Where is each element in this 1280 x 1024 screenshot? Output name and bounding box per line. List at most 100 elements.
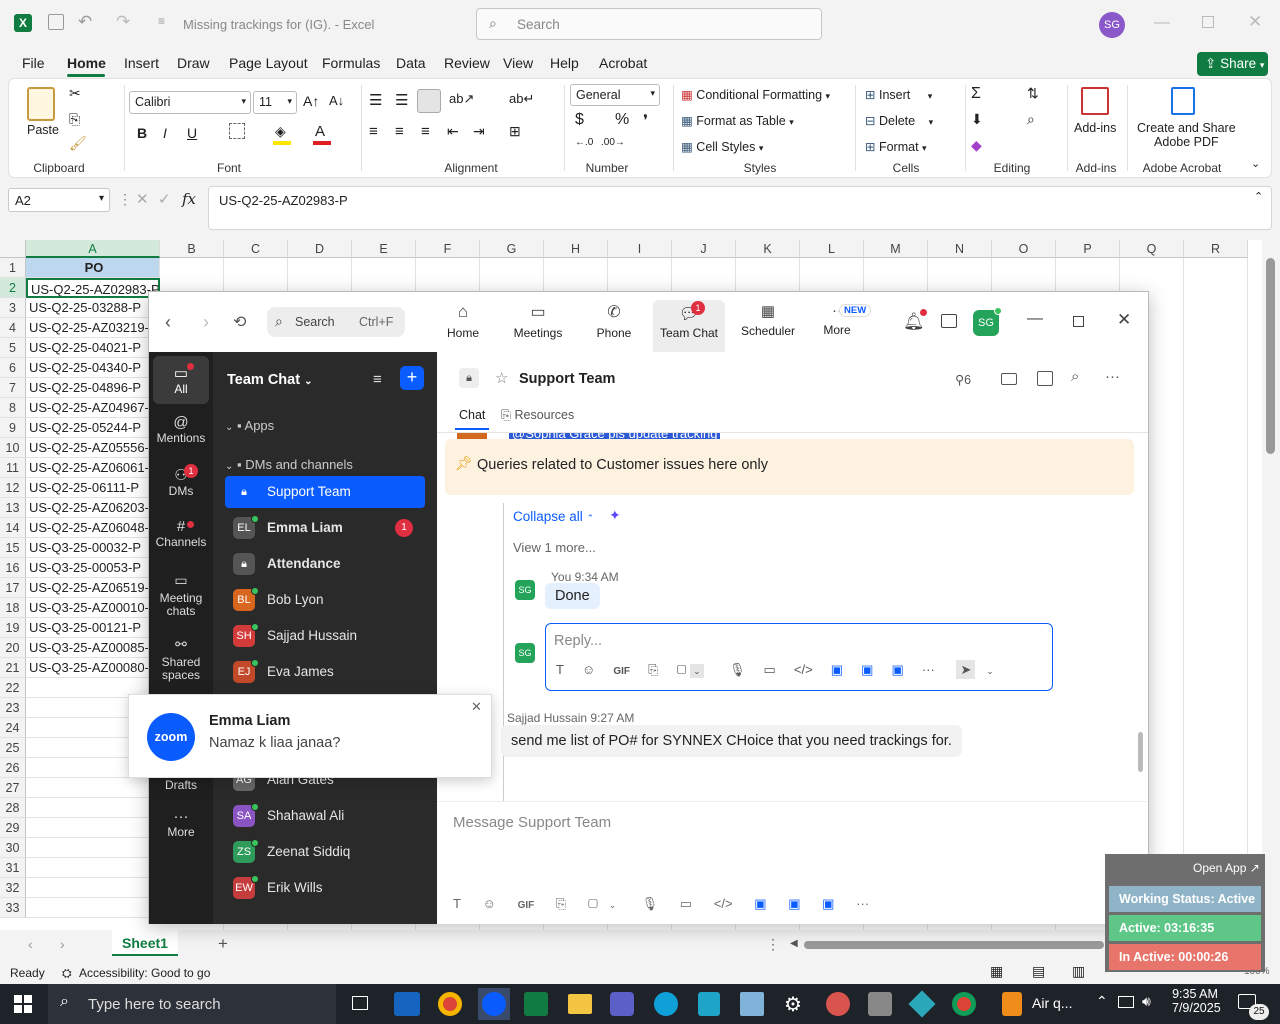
settings-gear-icon[interactable]: ⚙ xyxy=(784,992,802,1017)
align-bottom-icon[interactable] xyxy=(417,89,441,113)
more-dots-icon[interactable]: ··· xyxy=(856,896,869,911)
align-center-icon[interactable]: ≡ xyxy=(395,123,404,140)
cell-a18[interactable]: US-Q3-25-AZ00010- xyxy=(26,598,160,618)
gif-icon[interactable]: GIF xyxy=(613,666,630,677)
app-icon[interactable]: ▣ xyxy=(831,662,843,677)
column-header-k[interactable]: K xyxy=(736,240,800,258)
bold-button[interactable]: B xyxy=(137,125,147,141)
chat-item[interactable]: BL Bob Lyon xyxy=(225,584,425,616)
video-call-icon[interactable] xyxy=(1001,373,1017,385)
app-icon[interactable]: ▣ xyxy=(822,896,834,911)
column-header-l[interactable]: L xyxy=(800,240,864,258)
cell-a28[interactable] xyxy=(26,798,160,818)
column-header-m[interactable]: M xyxy=(864,240,928,258)
column-header-q[interactable]: Q xyxy=(1120,240,1184,258)
cell-a31[interactable] xyxy=(26,858,160,878)
row-header-14[interactable]: 14 xyxy=(0,518,26,538)
user-avatar[interactable]: SG xyxy=(1099,12,1125,38)
horizontal-scroll-thumb[interactable] xyxy=(804,941,1104,949)
calendar-icon[interactable] xyxy=(1037,371,1053,386)
maximize-icon[interactable] xyxy=(1202,16,1214,28)
column-header-c[interactable]: C xyxy=(224,240,288,258)
row-header-25[interactable]: 25 xyxy=(0,738,26,758)
status-accessibility[interactable]: Accessibility: Good to go xyxy=(79,966,210,980)
cut-icon[interactable]: ✂ xyxy=(69,85,81,102)
format-cells-button[interactable]: ⊞ Format ▾ xyxy=(865,139,927,154)
row-header-30[interactable]: 30 xyxy=(0,838,26,858)
nav-scheduler[interactable]: ▦ Scheduler xyxy=(735,302,801,338)
app-icon[interactable] xyxy=(698,992,720,1016)
tab-insert[interactable]: Insert xyxy=(124,55,159,71)
back-icon[interactable]: ‹ xyxy=(165,312,171,333)
weather-icon[interactable] xyxy=(1002,992,1022,1016)
next-sheet-icon[interactable]: › xyxy=(60,936,65,952)
chat-item[interactable]: SH Sajjad Hussain xyxy=(225,620,425,652)
section-dms-channels[interactable]: ⌄ ▪ DMs and channels xyxy=(225,457,353,472)
insert-cells-button[interactable]: ⊞ Insert ▾ xyxy=(865,87,932,102)
scroll-left-icon[interactable]: ◀ xyxy=(790,938,798,949)
cell-a7[interactable]: US-Q2-25-04896-P xyxy=(26,378,160,398)
team-chat-header[interactable]: Team Chat ⌄ xyxy=(227,372,312,388)
forward-icon[interactable]: › xyxy=(203,312,209,333)
chat-item[interactable]: 🔒︎ Attendance xyxy=(225,548,425,580)
row-header-13[interactable]: 13 xyxy=(0,498,26,518)
video-clip-icon[interactable]: ▭ xyxy=(764,662,776,677)
whiteboard-icon[interactable] xyxy=(941,314,957,328)
row-header-33[interactable]: 33 xyxy=(0,898,26,918)
autosum-icon[interactable]: Σ xyxy=(971,85,981,103)
rail-drafts[interactable]: Drafts xyxy=(153,778,209,792)
column-header-h[interactable]: H xyxy=(544,240,608,258)
align-top-icon[interactable]: ☰ xyxy=(369,91,382,109)
cell-a14[interactable]: US-Q2-25-AZ06048- xyxy=(26,518,160,538)
nav-meetings[interactable]: ▭ Meetings xyxy=(505,302,571,340)
underline-button[interactable]: U xyxy=(187,125,197,141)
column-header-n[interactable]: N xyxy=(928,240,992,258)
network-icon[interactable] xyxy=(1118,996,1134,1008)
cell-a8[interactable]: US-Q2-25-AZ04967- xyxy=(26,398,160,418)
font-color-icon[interactable]: A xyxy=(315,123,325,140)
row-header-26[interactable]: 26 xyxy=(0,758,26,778)
rail-shared-spaces[interactable]: ⚯ Shared spaces xyxy=(153,636,209,682)
row-header-23[interactable]: 23 xyxy=(0,698,26,718)
row-header-1[interactable]: 1 xyxy=(0,258,26,278)
column-header-r[interactable]: R xyxy=(1184,240,1248,258)
sheet-tab-sheet1[interactable]: Sheet1 xyxy=(112,930,178,956)
rail-mentions[interactable]: @ Mentions xyxy=(153,414,209,445)
app-icon[interactable] xyxy=(908,990,936,1018)
app-icon[interactable] xyxy=(826,992,850,1016)
column-header-a[interactable]: A xyxy=(26,240,160,258)
cell-a5[interactable]: US-Q2-25-04021-P xyxy=(26,338,160,358)
more-icon[interactable]: ⋮ xyxy=(766,936,780,953)
row-header-4[interactable]: 4 xyxy=(0,318,26,338)
row-header-11[interactable]: 11 xyxy=(0,458,26,478)
nav-home[interactable]: ⌂ Home xyxy=(441,302,485,340)
chevron-down-icon[interactable]: ⌄ xyxy=(986,666,994,676)
row-header-9[interactable]: 9 xyxy=(0,418,26,438)
minimize-icon[interactable]: — xyxy=(1027,310,1043,328)
rail-dms[interactable]: ⚇ DMs 1 xyxy=(153,464,209,498)
cell-a16[interactable]: US-Q3-25-00053-P xyxy=(26,558,160,578)
cell-styles-button[interactable]: ▦ Cell Styles ▾ xyxy=(681,139,763,154)
row-header-21[interactable]: 21 xyxy=(0,658,26,678)
screenshot-icon[interactable]: ▢ xyxy=(677,662,687,677)
tab-help[interactable]: Help xyxy=(550,55,579,71)
file-explorer-icon[interactable] xyxy=(568,994,592,1014)
more-dots-icon[interactable]: ··· xyxy=(1105,368,1120,385)
row-header-12[interactable]: 12 xyxy=(0,478,26,498)
row-header-8[interactable]: 8 xyxy=(0,398,26,418)
increase-decimal-icon[interactable]: ←.0 xyxy=(575,137,593,148)
chevron-down-icon[interactable]: ⌄ xyxy=(690,664,704,678)
page-break-view-icon[interactable]: ▥ xyxy=(1072,963,1085,980)
decrease-font-icon[interactable]: A↓ xyxy=(329,93,344,108)
cell-a17[interactable]: US-Q2-25-AZ06519- xyxy=(26,578,160,598)
format-as-table-button[interactable]: ▦ Format as Table ▾ xyxy=(681,113,794,128)
normal-view-icon[interactable]: ▦ xyxy=(990,963,1003,980)
row-header-15[interactable]: 15 xyxy=(0,538,26,558)
text-format-icon[interactable]: T xyxy=(556,662,564,677)
open-app-link[interactable]: Open App ↗ xyxy=(1193,861,1260,875)
nav-team-chat[interactable]: 💬︎ Team Chat 1 xyxy=(653,300,725,352)
cell-a15[interactable]: US-Q3-25-00032-P xyxy=(26,538,160,558)
page-layout-view-icon[interactable]: ▤ xyxy=(1032,963,1045,980)
header-cell-a1[interactable]: PO xyxy=(26,258,160,278)
increase-indent-icon[interactable]: ⇥ xyxy=(473,123,485,140)
